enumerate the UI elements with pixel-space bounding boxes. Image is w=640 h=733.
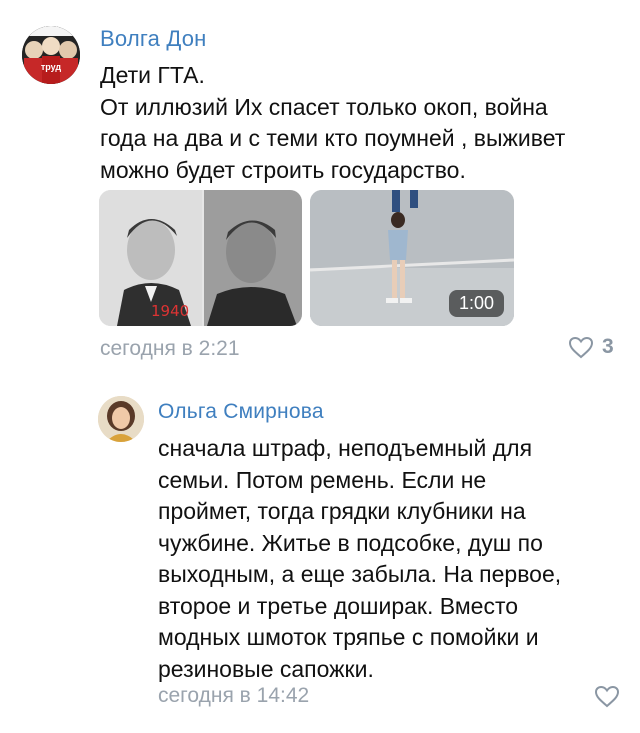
heart-icon	[594, 685, 620, 708]
comment-time: сегодня в 14:42	[158, 684, 310, 707]
comment-text: Дети ГТА. От иллюзий Их спасет только ок…	[100, 62, 566, 183]
photo-attachment[interactable]: 1940	[99, 190, 302, 326]
video-attachment[interactable]: 1:00	[310, 190, 514, 326]
comment-author[interactable]: Волга Дон	[100, 26, 206, 52]
like-count: 3	[602, 335, 614, 358]
video-duration: 1:00	[448, 290, 504, 317]
comment-author[interactable]: Ольга Смирнова	[158, 400, 324, 424]
like-button[interactable]	[594, 685, 620, 708]
photo-year-label: 1940	[151, 302, 190, 320]
comment-text: сначала штраф, неподъемный для семьи. По…	[158, 435, 562, 682]
comment-time: сегодня в 2:21	[100, 337, 240, 360]
avatar-image	[22, 26, 80, 84]
avatar[interactable]	[98, 396, 144, 442]
heart-icon	[568, 336, 594, 359]
avatar-text: труд	[40, 62, 62, 72]
avatar-image	[98, 396, 144, 442]
like-button[interactable]: 3	[568, 335, 614, 359]
avatar[interactable]: труд	[22, 26, 80, 84]
photo-image	[99, 190, 302, 326]
